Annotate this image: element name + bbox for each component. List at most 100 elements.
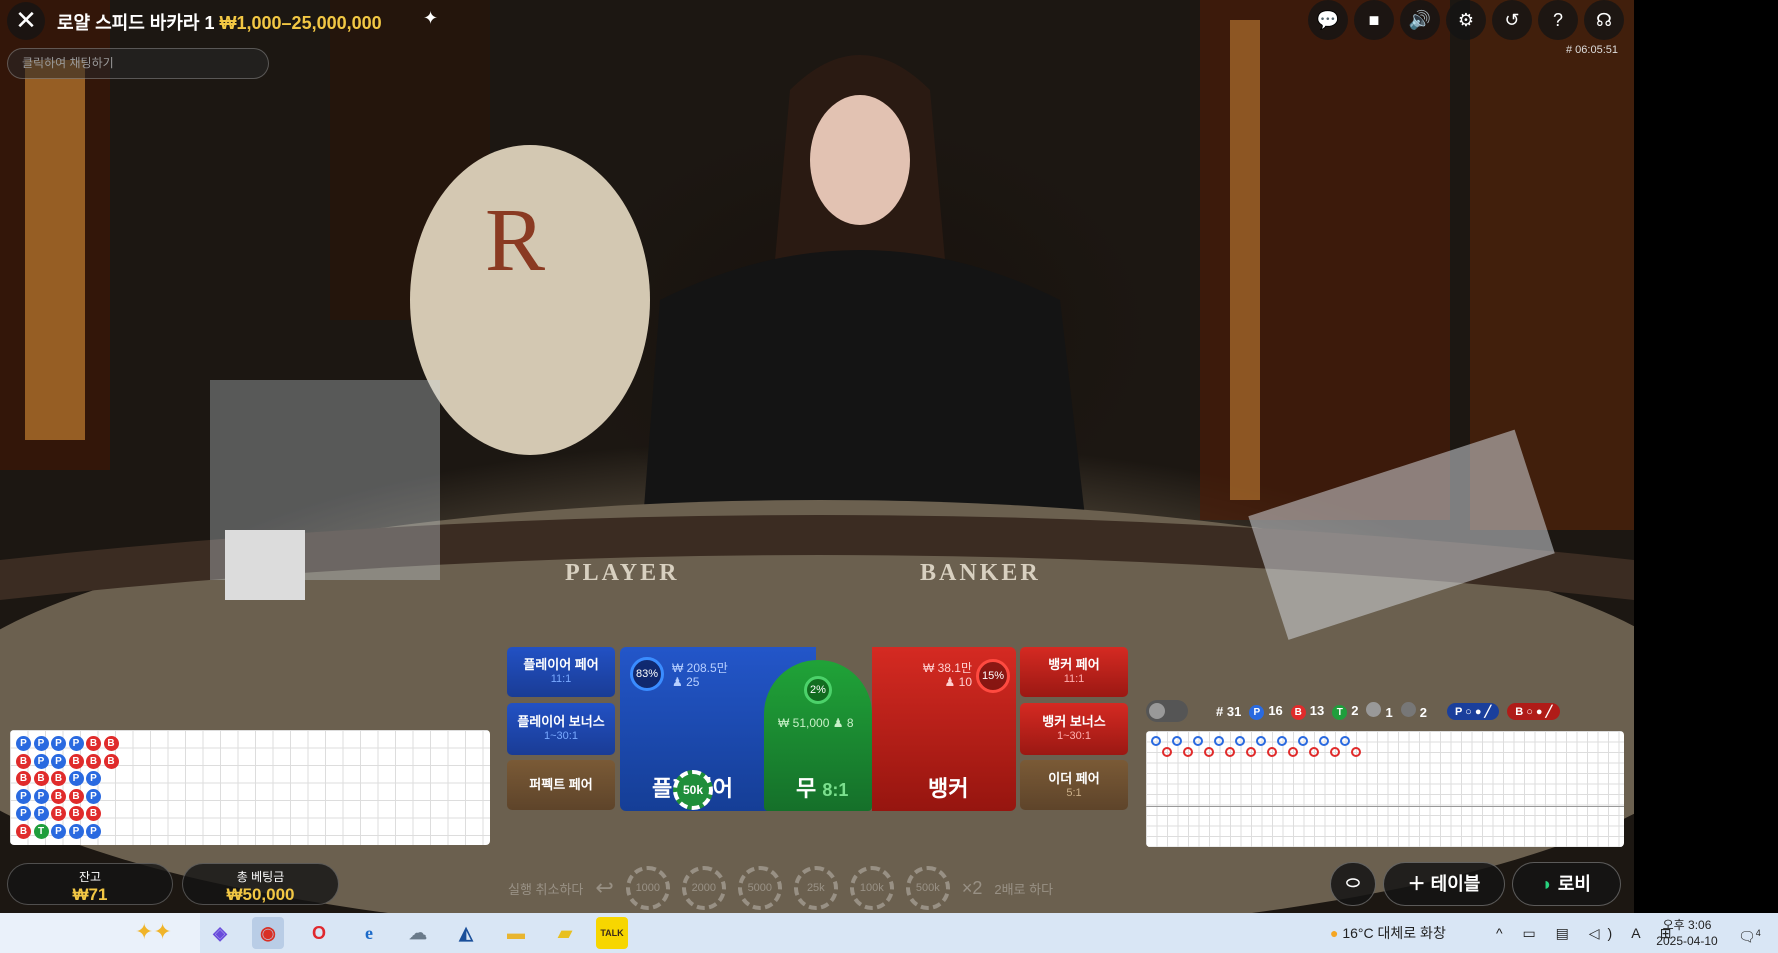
big-road-mark-P (1298, 736, 1308, 746)
bead-B: B (68, 788, 84, 804)
gear-icon[interactable]: ⚙ (1446, 0, 1486, 40)
player-amount: ₩ 208.5만 (672, 661, 728, 675)
game-launcher-icon[interactable]: ◭ (450, 917, 482, 949)
tie-bet[interactable]: 2% ₩ 51,000 ♟ 8 무 8:1 (764, 660, 872, 811)
clock-date: 2025-04-10 (1656, 934, 1718, 948)
banker-dot-icon: B (1290, 704, 1306, 720)
chip-2000[interactable]: 2000 (681, 866, 726, 910)
banker-label: 뱅커 (928, 776, 969, 801)
help-icon[interactable]: ? (1538, 0, 1578, 40)
app-icon[interactable]: ☁ (402, 917, 434, 949)
big-road-mark-B (1224, 746, 1235, 757)
tie-amount-players: ₩ 51,000 ♟ 8 (778, 716, 854, 730)
search-area[interactable]: ✦✦ (0, 913, 200, 953)
windows-taskbar: ✦✦ ◈ ◉ O e ☁ ◭ ▬ ▰ TALK ● 16°C 대체로 화창 ^ … (0, 913, 1778, 953)
bead-P: P (86, 788, 101, 804)
bead-B: B (68, 753, 84, 769)
chip-500k[interactable]: 500k (905, 866, 950, 910)
banker-bet[interactable]: 15% ₩ 38.1만 ♟ 10 뱅커 (872, 647, 1016, 811)
road-toggle[interactable] (1146, 700, 1188, 722)
add-table-label: 테이블 (1430, 874, 1481, 894)
ie-icon[interactable]: e (353, 917, 385, 949)
player-pair-bet[interactable]: 플레이어 페어 11:1 (507, 647, 615, 697)
folder-icon[interactable]: ▬ (500, 917, 532, 949)
lobby-icon: ◗ (1541, 874, 1553, 894)
banker-count: ♟ 10 (944, 675, 972, 689)
bead-B: B (16, 753, 31, 769)
player-count: ♟ 25 (672, 675, 700, 689)
close-button[interactable]: ✕ (7, 2, 45, 40)
bead-T: T (33, 823, 49, 839)
bead-P: P (86, 823, 101, 839)
chat-input[interactable]: 클릭하여 채팅하기 (7, 48, 269, 79)
video-icon[interactable]: ■ (1354, 0, 1394, 40)
notification-icon: 🗨 (1738, 928, 1756, 945)
perfect-pair-label: 퍼펙트 페어 (529, 777, 593, 792)
copilot-icon[interactable]: ◈ (204, 917, 236, 949)
total-bet-box: 총 베팅금 ₩50,000 (182, 863, 339, 905)
lobby-button[interactable]: ◗ 로비 (1512, 862, 1621, 906)
kakaotalk-icon[interactable]: TALK (596, 917, 628, 949)
placed-chip: 50k (673, 770, 713, 810)
plus-icon: ＋ (1407, 874, 1426, 894)
big-road-mark-B (1266, 746, 1277, 757)
tie-label: 무 8:1 (796, 776, 849, 801)
chat-icon[interactable]: 💬 (1308, 0, 1348, 40)
undo-label[interactable]: 실행 취소하다 (508, 879, 583, 898)
double-icon[interactable]: ×2 (962, 878, 983, 899)
banker-predict[interactable]: B ○ ● ╱ (1507, 702, 1561, 720)
chrome-icon[interactable]: ◉ (252, 917, 284, 949)
weather-widget[interactable]: ● 16°C 대체로 화창 (1330, 913, 1446, 953)
either-pair-bet[interactable]: 이더 페어 5:1 (1020, 760, 1128, 810)
big-road-mark-B (1182, 746, 1193, 757)
bead-P: P (68, 736, 84, 751)
perfect-pair-bet[interactable]: 퍼펙트 페어 (507, 760, 615, 810)
game-id: # 06:05:51 (1566, 44, 1618, 56)
balance-box: 잔고 ₩71 (7, 863, 173, 905)
big-road-mark-P (1256, 736, 1266, 746)
chip-100k[interactable]: 100k (849, 866, 894, 910)
player-bonus-label: 플레이어 보너스 (517, 714, 605, 729)
bead-B: B (16, 771, 31, 786)
history-icon[interactable]: ↺ (1492, 0, 1532, 40)
table-name: 로얄 스피드 바카라 1 (57, 13, 215, 33)
banker-wins: B 13 (1290, 703, 1324, 720)
sound-icon[interactable]: 🔊 (1400, 0, 1440, 40)
add-table-button[interactable]: ＋ 테이블 (1383, 862, 1505, 906)
banker-bonus-label: 뱅커 보너스 (1042, 714, 1106, 729)
table-title: 로얄 스피드 바카라 1 ₩1,000–25,000,000 (57, 9, 382, 35)
road-divider (1146, 806, 1624, 807)
big-road-mark-P (1172, 736, 1182, 746)
big-road-mark-B (1308, 746, 1319, 757)
player-dot-icon: P (1249, 704, 1265, 720)
chip-stack-button[interactable]: ⬭ (1330, 862, 1376, 906)
felt-banker-text: BANKER (920, 560, 1041, 586)
double-label[interactable]: 2배로 하다 (994, 879, 1053, 898)
chip-25k[interactable]: 25k (793, 866, 838, 910)
banker-pair-bet[interactable]: 뱅커 페어 11:1 (1020, 647, 1128, 697)
clock[interactable]: 오후 3:06 2025-04-10 (1652, 913, 1722, 953)
player-bonus-bet[interactable]: 플레이어 보너스 1~30:1 (507, 703, 615, 755)
support-icon[interactable]: ☊ (1584, 0, 1624, 40)
big-road-mark-B (1350, 746, 1361, 757)
banker-pair-payout: 11:1 (1063, 673, 1085, 685)
opera-icon[interactable]: O (303, 917, 335, 949)
player-wins: P 16 (1249, 703, 1283, 720)
chip-1000[interactable]: 1000 (625, 866, 670, 910)
sticky-notes-icon[interactable]: ▰ (549, 917, 581, 949)
total-bet-value: ₩50,000 (226, 885, 295, 904)
banker-bonus-bet[interactable]: 뱅커 보너스 1~30:1 (1020, 703, 1128, 755)
total-bet-label: 총 베팅금 (236, 870, 285, 884)
chip-5000[interactable]: 5000 (737, 866, 782, 910)
weather-icon: ● (1330, 925, 1339, 941)
player-predict[interactable]: P ○ ● ╱ (1446, 702, 1500, 720)
table-limits: ₩1,000–25,000,000 (219, 13, 382, 33)
undo-icon[interactable]: ↩ (595, 875, 613, 901)
notifications-button[interactable]: 🗨4 (1738, 913, 1761, 953)
bead-B: B (16, 823, 31, 839)
player-bonus-payout: 1~30:1 (544, 730, 578, 742)
big-road-mark-B (1161, 746, 1172, 757)
either-pair-label: 이더 페어 (1048, 771, 1100, 786)
player-pair-payout: 11:1 (550, 673, 572, 685)
pin-icon[interactable]: ✦ (423, 8, 438, 29)
